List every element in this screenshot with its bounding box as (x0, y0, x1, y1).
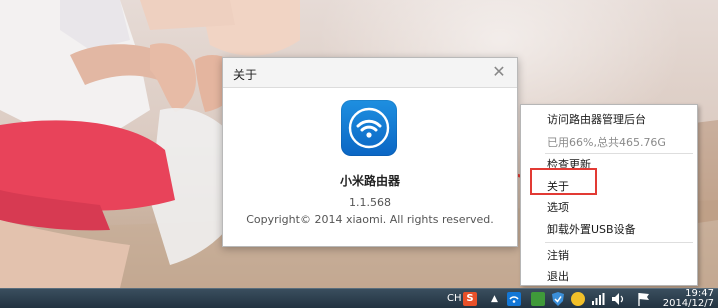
qq-icon[interactable] (571, 292, 585, 306)
menu-item-logout[interactable]: 注销 (521, 245, 697, 266)
taskbar: CH S ▲ 19:47 2014/12/7 (0, 288, 718, 308)
volume-icon[interactable] (611, 291, 625, 307)
shield-icon[interactable] (551, 291, 565, 307)
copyright-text: Copyright© 2014 xiaomi. All rights reser… (246, 213, 494, 226)
network-icon[interactable] (591, 291, 605, 307)
clock-date: 2014/12/7 (662, 298, 714, 308)
menu-item-exit[interactable]: 退出 (521, 266, 697, 287)
menu-item-eject-usb[interactable]: 卸载外置USB设备 (521, 219, 697, 240)
show-hidden-icons-icon[interactable]: ▲ (491, 291, 498, 307)
taskbar-clock[interactable]: 19:47 2014/12/7 (663, 289, 714, 308)
wifi-icon (348, 107, 390, 149)
dialog-titlebar[interactable]: 关于 ✕ (223, 58, 517, 88)
menu-separator (545, 242, 693, 243)
about-dialog: 关于 ✕ 小米路由器 1.1.568 Copyright© 2014 xiaom… (222, 57, 518, 247)
app-name: 小米路由器 (339, 174, 400, 188)
flag-icon[interactable] (637, 291, 651, 307)
sogou-icon[interactable]: S (463, 292, 477, 306)
app-logo (341, 100, 397, 156)
app-icon[interactable] (531, 292, 545, 306)
tray-context-menu: 访问路由器管理后台 已用66%,总共465.76G 检查更新 关于 选项 卸载外… (520, 104, 698, 286)
close-icon[interactable]: ✕ (491, 64, 507, 80)
input-indicator[interactable]: CH (447, 291, 462, 307)
menu-item-storage-usage: 已用66%,总共465.76G (547, 136, 666, 149)
menu-item-open-admin[interactable]: 访问路由器管理后台 (521, 109, 697, 130)
app-version: 1.1.568 (349, 196, 391, 209)
dialog-title: 关于 (233, 68, 258, 82)
about-highlight-box (530, 168, 597, 195)
wifi-icon[interactable] (507, 292, 521, 306)
menu-item-options[interactable]: 选项 (521, 197, 697, 218)
